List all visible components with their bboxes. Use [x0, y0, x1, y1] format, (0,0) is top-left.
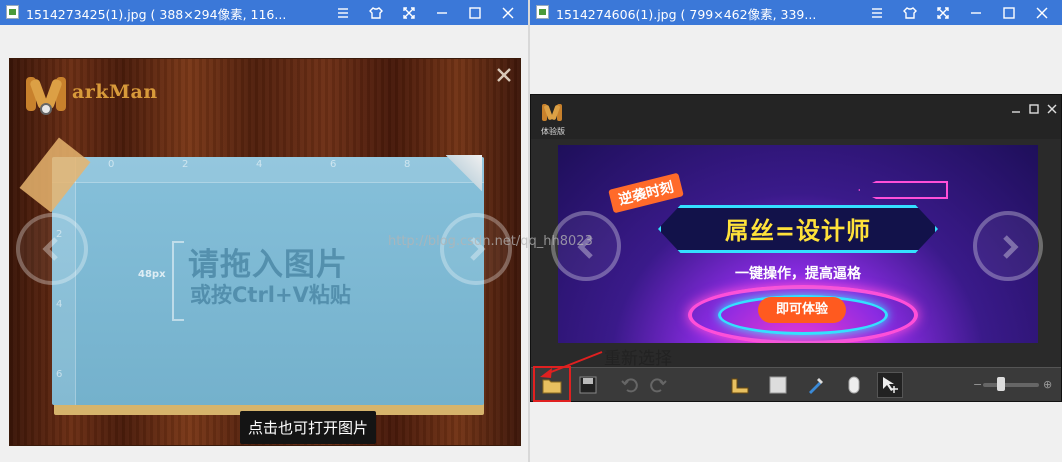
box-tool[interactable]	[765, 372, 791, 398]
page-curl-decoration	[446, 155, 482, 191]
color-picker-icon	[809, 378, 823, 394]
minimize-button[interactable]	[1011, 99, 1021, 113]
banner-subline: 一键操作，提高逼格	[735, 266, 861, 282]
next-image-button[interactable]	[973, 211, 1043, 281]
fullscreen-button[interactable]	[392, 0, 425, 25]
ruler-number: 8	[404, 159, 411, 170]
menu-button[interactable]	[326, 0, 359, 25]
ruler-number: 4	[256, 159, 263, 170]
chevron-left-icon	[42, 237, 58, 261]
close-button[interactable]	[1047, 99, 1057, 114]
box-icon	[769, 376, 787, 394]
next-image-button[interactable]	[440, 213, 512, 285]
measure-guide	[172, 241, 184, 321]
ruler-number: 2	[182, 159, 189, 170]
markman-logo-icon	[542, 104, 562, 121]
drop-title: 请拖入图片	[188, 247, 348, 283]
maximize-button[interactable]	[458, 0, 491, 25]
slider-track	[983, 383, 1039, 387]
markman-header: 体验版	[531, 95, 1061, 139]
color-picker-tool[interactable]	[803, 372, 829, 398]
markman-window: arkMan 0 2 4 6 8 2 4 6 48px 请拖入图片 或按Ctrl…	[9, 58, 521, 446]
trial-label: 体验版	[541, 127, 565, 136]
window-title: 1514274606(1).jpg ( 799×462像素, 339...	[556, 7, 817, 22]
ruler-number: 6	[56, 369, 63, 380]
maximize-button[interactable]	[1029, 99, 1039, 114]
minimize-button[interactable]	[959, 0, 992, 25]
chevron-right-icon	[1003, 235, 1019, 259]
titlebar-left: 1514273425(1).jpg ( 388×294像素, 116...	[0, 0, 528, 25]
mark-tool[interactable]	[841, 372, 867, 398]
ruler-number: 0	[108, 159, 115, 170]
image-file-icon	[6, 5, 19, 19]
reselect-annotation: 重新选择	[604, 349, 672, 369]
close-icon[interactable]	[496, 67, 512, 83]
zoom-slider[interactable]: − ⊕	[973, 377, 1053, 391]
fullscreen-button[interactable]	[926, 0, 959, 25]
neon-arrow	[858, 181, 948, 199]
titlebar-right: 1514274606(1).jpg ( 799×462像素, 339...	[530, 0, 1062, 25]
ruler-number: 6	[330, 159, 337, 170]
watermark-text: http://blog.csdn.net/qq_hh8023	[388, 234, 593, 249]
redo-icon	[650, 378, 667, 393]
banner-tag: 逆袭时刻	[608, 172, 684, 214]
brand-text: arkMan	[72, 81, 158, 103]
ruler-number: 4	[56, 299, 63, 310]
guide-label: 48px	[138, 269, 166, 280]
window-title: 1514273425(1).jpg ( 388×294像素, 116...	[26, 7, 287, 22]
banner-headline: 屌丝=设计师	[724, 217, 872, 245]
markman-logo-icon	[26, 77, 66, 115]
mouse-icon	[848, 376, 860, 394]
banner-cta: 即可体验	[758, 297, 846, 323]
ruler-icon	[731, 378, 749, 394]
minimize-button[interactable]	[425, 0, 458, 25]
menu-button[interactable]	[860, 0, 893, 25]
image-viewer-right: 1514274606(1).jpg ( 799×462像素, 339... 体验…	[530, 0, 1062, 462]
zoom-out-icon: −	[973, 378, 983, 391]
close-button[interactable]	[491, 0, 524, 25]
image-file-icon	[536, 5, 549, 19]
zoom-in-icon: ⊕	[1043, 378, 1053, 391]
image-viewer-left: 1514273425(1).jpg ( 388×294像素, 116... ar…	[0, 0, 528, 462]
slider-thumb[interactable]	[997, 377, 1005, 391]
maximize-button[interactable]	[992, 0, 1025, 25]
redo-button[interactable]	[645, 372, 671, 398]
loaded-image[interactable]: 逆袭时刻 屌丝=设计师 一键操作，提高逼格 即可体验	[558, 145, 1038, 343]
skin-button[interactable]	[893, 0, 926, 25]
close-button[interactable]	[1025, 0, 1058, 25]
ruler-horizontal: 0 2 4 6 8	[52, 157, 484, 183]
move-tool-icon	[883, 377, 898, 393]
skin-button[interactable]	[359, 0, 392, 25]
measure-tool[interactable]	[727, 372, 753, 398]
move-tool[interactable]	[877, 372, 903, 398]
prev-image-button[interactable]	[16, 213, 88, 285]
drop-subtitle: 或按Ctrl+V粘贴	[190, 283, 351, 307]
open-image-tip[interactable]: 点击也可打开图片	[240, 411, 377, 444]
